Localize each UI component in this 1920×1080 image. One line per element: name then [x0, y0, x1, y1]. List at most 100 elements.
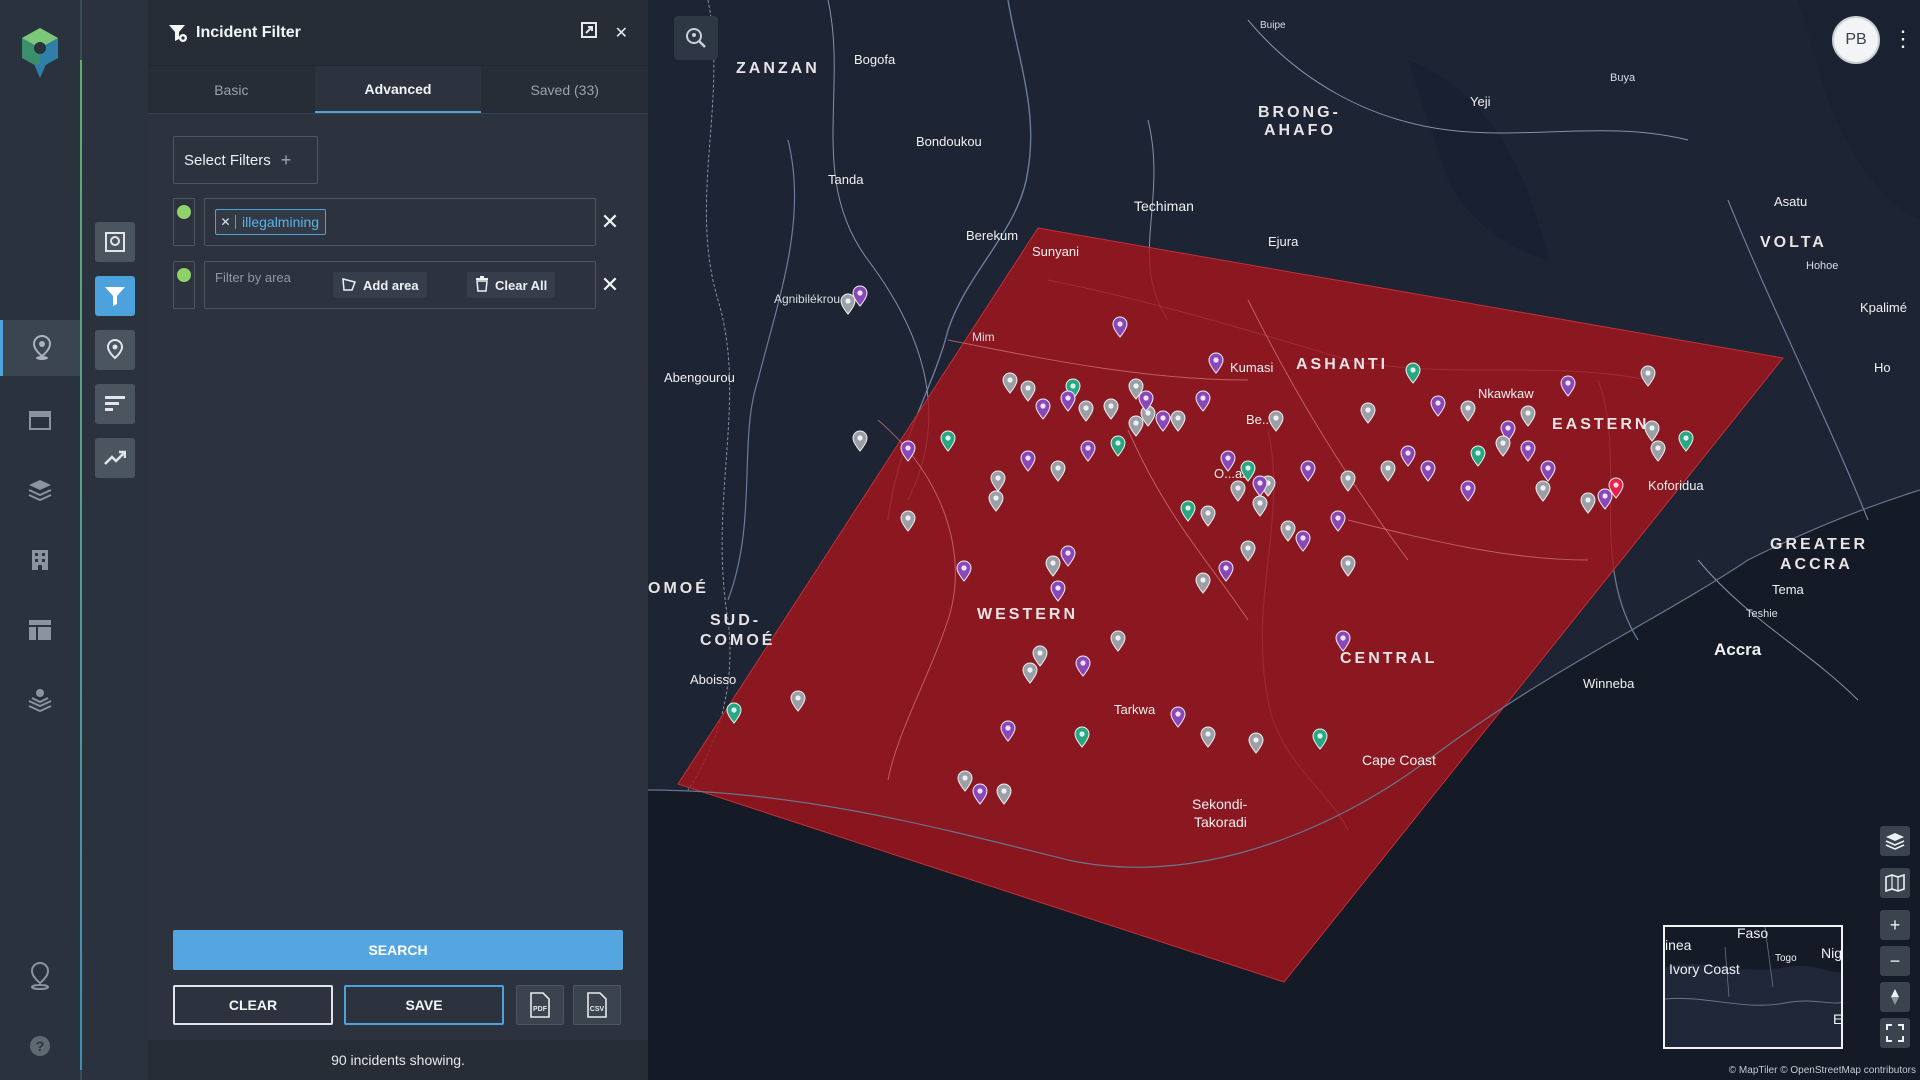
- pin-icon[interactable]: [95, 330, 135, 370]
- incident-pin-icon[interactable]: [1495, 435, 1511, 457]
- incident-pin-icon[interactable]: [1300, 460, 1316, 482]
- incident-pin-icon[interactable]: [1230, 480, 1246, 502]
- map-view[interactable]: ZANZAN Bogofa Buipe Buya BRONG- AHAFO Ye…: [648, 0, 1920, 1080]
- incident-pin-icon[interactable]: [1312, 728, 1328, 750]
- incident-pin-icon[interactable]: [1330, 510, 1346, 532]
- incident-pin-icon[interactable]: [1128, 378, 1144, 400]
- incident-pin-icon[interactable]: [1195, 572, 1211, 594]
- incident-pin-icon[interactable]: [1580, 492, 1596, 514]
- close-icon[interactable]: ✕: [615, 23, 628, 43]
- help-icon[interactable]: ?: [0, 1018, 80, 1074]
- compass-icon[interactable]: [1880, 982, 1910, 1012]
- layers-toggle-icon[interactable]: [1880, 826, 1910, 856]
- incident-pin-icon[interactable]: [1340, 470, 1356, 492]
- incident-pin-icon[interactable]: [1200, 726, 1216, 748]
- incident-pin-icon[interactable]: [1430, 395, 1446, 417]
- incident-pin-icon[interactable]: [1248, 732, 1264, 754]
- incident-pin-icon[interactable]: [1060, 390, 1076, 412]
- incident-pin-icon[interactable]: [957, 770, 973, 792]
- incident-pin-icon[interactable]: [1218, 560, 1234, 582]
- map-pin-icon[interactable]: [0, 320, 80, 376]
- tab-saved[interactable]: Saved (33): [481, 66, 648, 113]
- remove-filter-icon[interactable]: ✕: [597, 208, 623, 236]
- clear-all-button[interactable]: Clear All: [467, 272, 556, 298]
- incident-pin-icon[interactable]: [1060, 545, 1076, 567]
- map-settings-icon[interactable]: [95, 222, 135, 262]
- basemap-icon[interactable]: [1880, 868, 1910, 898]
- filter-toggle[interactable]: [173, 261, 195, 309]
- incident-pin-icon[interactable]: [1035, 398, 1051, 420]
- incident-pin-icon[interactable]: [1180, 500, 1196, 522]
- tab-basic[interactable]: Basic: [148, 66, 315, 113]
- filter-icon[interactable]: [95, 276, 135, 316]
- incident-pin-icon[interactable]: [1678, 430, 1694, 452]
- incident-pin-icon[interactable]: [1400, 445, 1416, 467]
- incident-pin-icon[interactable]: [1340, 555, 1356, 577]
- more-menu-icon[interactable]: ⋮: [1892, 26, 1914, 52]
- incident-pin-icon[interactable]: [1022, 662, 1038, 684]
- incident-pin-icon[interactable]: [1220, 450, 1236, 472]
- search-map-icon[interactable]: [674, 16, 718, 60]
- avatar[interactable]: PB: [1832, 16, 1880, 64]
- remove-filter-icon[interactable]: ✕: [597, 271, 623, 299]
- incident-pin-icon[interactable]: [840, 293, 856, 315]
- select-filters-button[interactable]: Select Filters +: [173, 136, 318, 184]
- building-icon[interactable]: [0, 532, 80, 588]
- incident-pin-icon[interactable]: [1020, 380, 1036, 402]
- incident-pin-icon[interactable]: [726, 702, 742, 724]
- incident-pin-icon[interactable]: [1295, 530, 1311, 552]
- search-button[interactable]: SEARCH: [173, 930, 623, 970]
- incident-pin-icon[interactable]: [1640, 365, 1656, 387]
- incident-pin-icon[interactable]: [1170, 410, 1186, 432]
- incident-pin-icon[interactable]: [1078, 400, 1094, 422]
- incident-pin-icon[interactable]: [1540, 460, 1556, 482]
- incident-pin-icon[interactable]: [1240, 540, 1256, 562]
- incident-pin-icon[interactable]: [972, 783, 988, 805]
- incident-pin-icon[interactable]: [1268, 410, 1284, 432]
- incident-pin-icon[interactable]: [1200, 505, 1216, 527]
- incident-pin-icon[interactable]: [1112, 316, 1128, 338]
- table-icon[interactable]: [0, 602, 80, 658]
- incident-pin-icon[interactable]: [1128, 415, 1144, 437]
- incident-pin-icon[interactable]: [900, 440, 916, 462]
- incident-pin-icon[interactable]: [1360, 402, 1376, 424]
- incident-pin-icon[interactable]: [1110, 630, 1126, 652]
- incident-pin-icon[interactable]: [1050, 580, 1066, 602]
- incident-pin-icon[interactable]: [1020, 450, 1036, 472]
- incident-pin-icon[interactable]: [900, 510, 916, 532]
- incident-pin-icon[interactable]: [1460, 480, 1476, 502]
- location-icon[interactable]: [0, 948, 80, 1004]
- tab-advanced[interactable]: Advanced: [314, 66, 482, 113]
- stack-pin-icon[interactable]: [0, 672, 80, 728]
- incident-pin-icon[interactable]: [1535, 480, 1551, 502]
- incident-pin-icon[interactable]: [988, 490, 1004, 512]
- calendar-icon[interactable]: [0, 392, 80, 448]
- incident-pin-icon[interactable]: [1170, 706, 1186, 728]
- incident-pin-icon[interactable]: [1650, 440, 1666, 462]
- incident-pin-icon[interactable]: [996, 783, 1012, 805]
- clear-button[interactable]: CLEAR: [173, 985, 333, 1025]
- incident-pin-icon[interactable]: [1460, 400, 1476, 422]
- incident-pin-icon[interactable]: [1560, 375, 1576, 397]
- expand-icon[interactable]: [580, 22, 597, 43]
- overview-minimap[interactable]: Faso inea Nig Ivory Coast Togo E: [1663, 925, 1843, 1049]
- fullscreen-icon[interactable]: [1880, 1018, 1910, 1048]
- tag-filter-input[interactable]: ✕ illegalmining: [204, 198, 596, 246]
- incident-pin-icon[interactable]: [990, 470, 1006, 492]
- export-csv-button[interactable]: CSV: [573, 985, 621, 1025]
- incident-pin-icon[interactable]: [1110, 435, 1126, 457]
- incident-pin-icon[interactable]: [1050, 460, 1066, 482]
- incident-pin-icon[interactable]: [790, 690, 806, 712]
- incident-pin-icon[interactable]: [1644, 420, 1660, 442]
- incident-pin-icon[interactable]: [1520, 440, 1536, 462]
- incident-pin-icon[interactable]: [1280, 520, 1296, 542]
- sort-icon[interactable]: [95, 384, 135, 424]
- export-pdf-button[interactable]: PDF: [516, 985, 564, 1025]
- add-area-button[interactable]: Add area: [333, 272, 427, 298]
- filter-toggle[interactable]: [173, 198, 195, 246]
- incident-pin-icon[interactable]: [940, 430, 956, 452]
- incident-pin-icon[interactable]: [1608, 477, 1624, 499]
- incident-pin-icon[interactable]: [1335, 630, 1351, 652]
- incident-pin-icon[interactable]: [1080, 440, 1096, 462]
- incident-pin-icon[interactable]: [1208, 352, 1224, 374]
